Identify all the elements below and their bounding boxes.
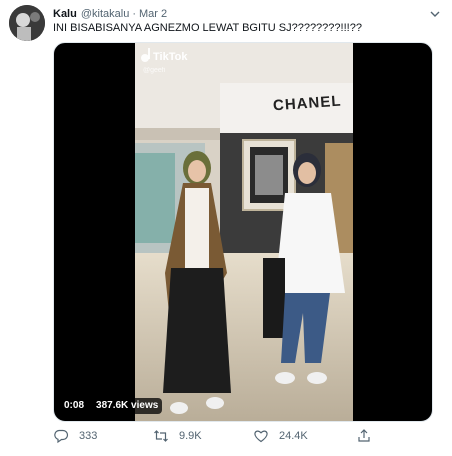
video-duration: 0:08 [60, 398, 89, 414]
share-button[interactable] [356, 428, 372, 444]
retweet-icon [154, 430, 168, 442]
view-count: 387.6K views [92, 398, 163, 414]
retweet-count: 9.9K [179, 430, 202, 442]
avatar-image [9, 5, 45, 41]
watermark-tiktok: TikTok [153, 51, 187, 63]
retweet-button[interactable]: 9.9K [153, 428, 202, 444]
display-name[interactable]: Kalu [53, 8, 77, 20]
tweet-text: INI BISABISANYA AGNEZMO LEWAT BGITU SJ??… [53, 22, 362, 34]
reply-button[interactable]: 333 [53, 428, 97, 444]
reply-icon [54, 429, 69, 444]
heart-icon [254, 430, 268, 443]
separator-dot: · [132, 8, 136, 20]
watermark-app: TikTok [153, 51, 188, 63]
chevron-down-icon[interactable] [428, 7, 442, 21]
tweet-date[interactable]: Mar 2 [139, 8, 167, 20]
share-icon [358, 429, 370, 442]
tweet-actions: 333 9.9K 24.4K [53, 428, 433, 448]
tweet-header: Kalu @kitakalu · Mar 2 [53, 5, 442, 23]
video-frame: TikTok @geefi CHANEL [135, 43, 353, 421]
reply-count: 333 [79, 430, 98, 442]
video-badges: 0:08 387.6K views [60, 398, 163, 414]
watermark-user: @geefi [143, 67, 166, 74]
video-player[interactable]: TikTok @geefi CHANEL 0:08 387.6K views [53, 42, 433, 422]
like-button[interactable]: 24.4K [253, 428, 308, 444]
like-count: 24.4K [279, 430, 308, 442]
handle[interactable]: @kitakalu [81, 8, 129, 20]
avatar[interactable] [9, 5, 45, 41]
